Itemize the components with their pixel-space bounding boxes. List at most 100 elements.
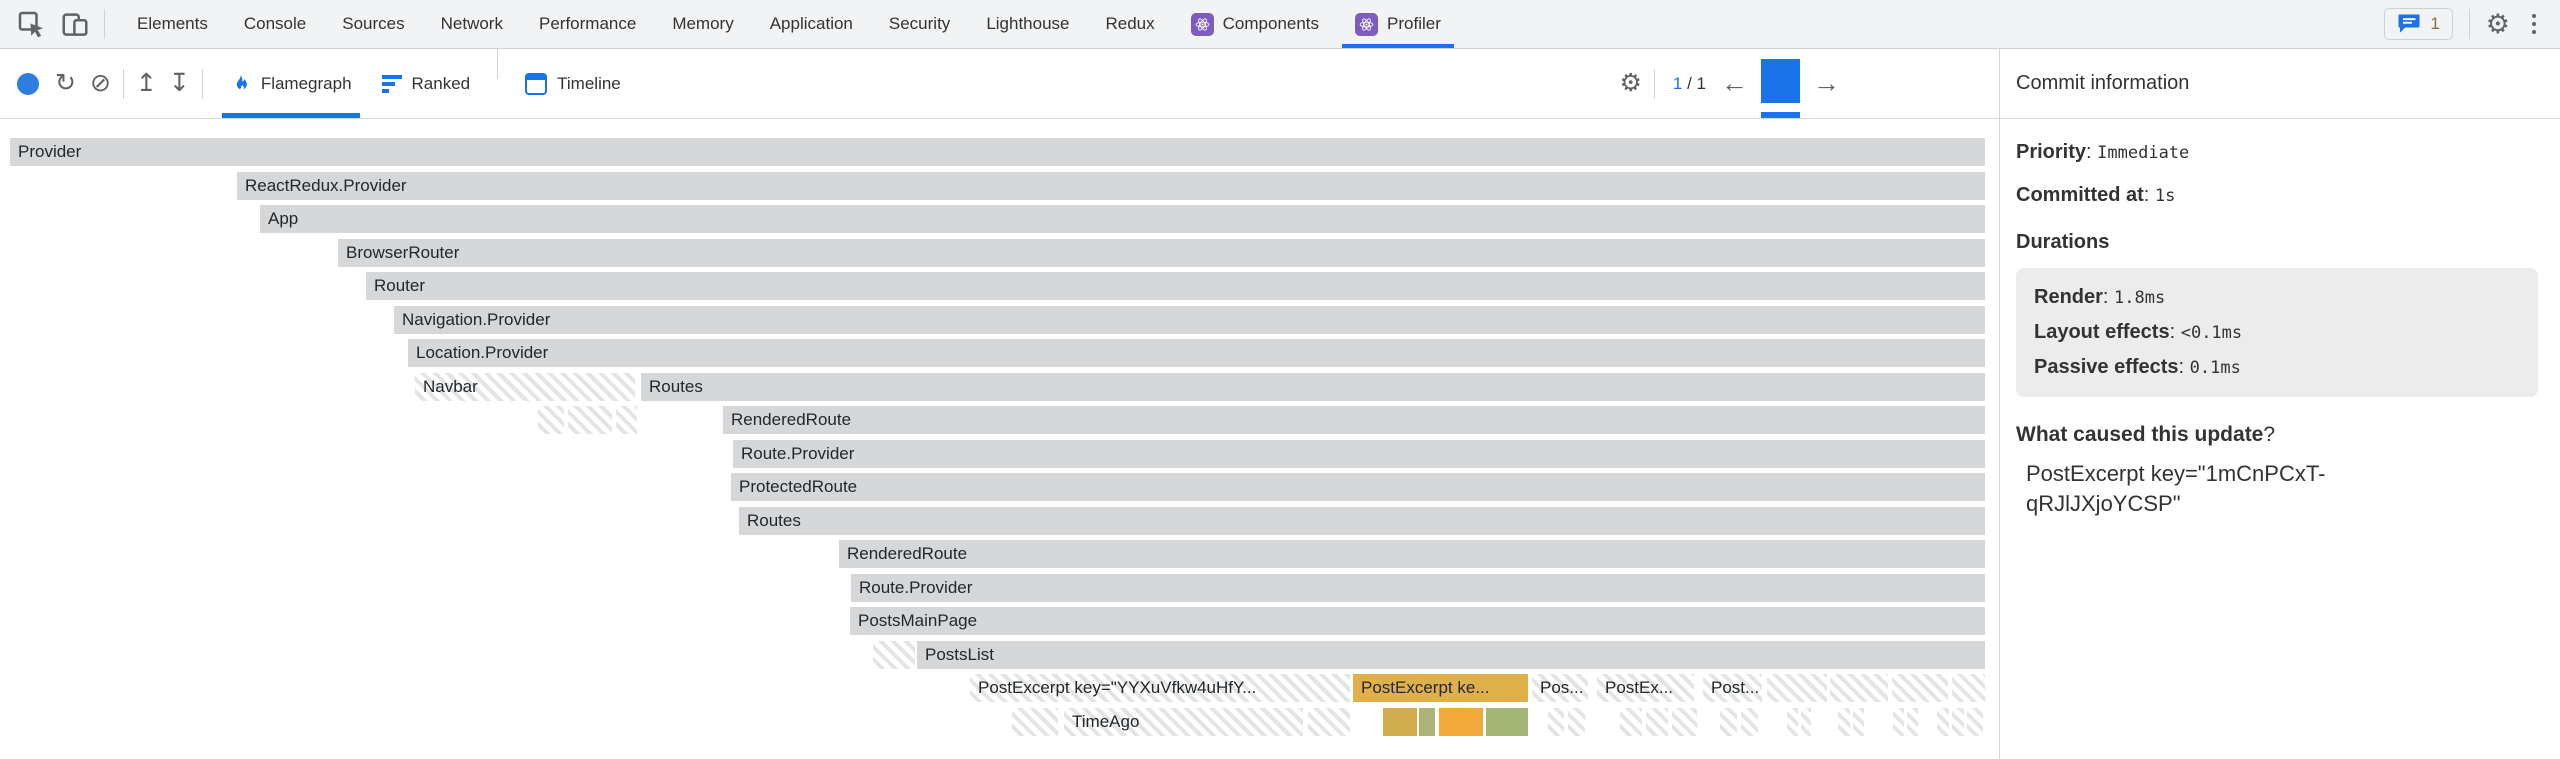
flame-bar[interactable] — [1672, 708, 1697, 736]
tab-sources[interactable]: Sources — [324, 0, 422, 48]
durations-title: Durations — [2016, 231, 2544, 254]
clear-profiling-icon[interactable]: ⊘ — [90, 71, 111, 96]
flame-bar[interactable]: PostsList — [917, 641, 1985, 669]
update-cause-item[interactable]: PostExcerpt key="1mCnPCxT-qRJlJXjoYCSP" — [2026, 459, 2426, 519]
flame-bar[interactable] — [1720, 708, 1737, 736]
flame-bar[interactable]: ProtectedRoute — [731, 473, 1985, 501]
flame-bar[interactable] — [873, 641, 915, 669]
flame-bar[interactable]: BrowserRouter — [338, 239, 1985, 267]
profiler-settings-gear-icon[interactable]: ⚙ — [1619, 71, 1641, 96]
view-tab-ranked[interactable]: Ranked — [367, 49, 486, 118]
flame-bar[interactable]: Route.Provider — [733, 440, 1985, 468]
flame-bar[interactable] — [1767, 674, 1827, 702]
flame-bar[interactable] — [1741, 708, 1758, 736]
tab-elements[interactable]: Elements — [119, 0, 226, 48]
flame-bar[interactable] — [1568, 708, 1585, 736]
view-tab-timeline[interactable]: Timeline — [510, 49, 636, 118]
tab-performance[interactable]: Performance — [521, 0, 654, 48]
flame-bar[interactable] — [1952, 708, 1964, 736]
flame-bar[interactable] — [1893, 708, 1904, 736]
record-button[interactable] — [17, 73, 39, 95]
flame-bar[interactable] — [1907, 708, 1918, 736]
flame-bar[interactable]: TimeAgo — [1064, 708, 1303, 736]
view-tab-flamegraph[interactable]: Flamegraph — [215, 49, 367, 118]
flame-bar[interactable] — [1012, 708, 1058, 736]
flame-bar[interactable]: Routes — [739, 507, 1985, 535]
flame-bar[interactable]: PostExcerpt key="YYXuVfkw4uHfY... — [970, 674, 1350, 702]
flame-bar[interactable]: Navbar — [415, 373, 635, 401]
issues-count: 1 — [2430, 14, 2439, 34]
flame-bar[interactable]: Location.Provider — [408, 339, 1985, 367]
flame-bar[interactable] — [1486, 708, 1528, 736]
flame-bar[interactable]: Navigation.Provider — [394, 306, 1985, 334]
tab-components[interactable]: Components — [1173, 0, 1337, 48]
flame-bar[interactable] — [568, 406, 612, 434]
settings-gear-icon[interactable]: ⚙ — [2486, 11, 2510, 38]
flame-bar[interactable] — [1967, 708, 1983, 736]
duration-value: 0.1ms — [2190, 358, 2241, 378]
commit-bar[interactable] — [1761, 49, 1800, 118]
flame-bar[interactable]: RenderedRoute — [839, 540, 1985, 568]
flame-bar[interactable]: Provider — [10, 138, 1985, 166]
flame-bar[interactable]: ReactRedux.Provider — [237, 172, 1985, 200]
flame-bar[interactable] — [1646, 708, 1668, 736]
flame-bar[interactable] — [1548, 708, 1564, 736]
tab-label: Console — [244, 14, 306, 34]
tab-label: Security — [889, 14, 950, 34]
flame-bar[interactable] — [1892, 674, 1948, 702]
duration-label: Passive effects — [2034, 356, 2179, 378]
inspect-element-icon[interactable] — [16, 9, 46, 39]
issues-button[interactable]: 1 — [2384, 8, 2452, 40]
flame-bar[interactable] — [1838, 708, 1850, 736]
flame-bar[interactable] — [538, 406, 564, 434]
toolbar-divider-2 — [202, 69, 203, 99]
flame-bar[interactable] — [1620, 708, 1642, 736]
devtools-tabs: Elements Console Sources Network Performance… — [119, 0, 1459, 48]
flame-bar[interactable] — [1787, 708, 1798, 736]
prev-commit-icon[interactable]: ← — [1712, 68, 1757, 99]
flame-bar[interactable] — [1439, 708, 1483, 736]
flame-bar[interactable] — [1801, 708, 1811, 736]
reload-and-profile-icon[interactable]: ↻ — [55, 71, 76, 96]
import-profile-icon[interactable]: ↥ — [136, 71, 157, 96]
export-profile-icon[interactable]: ↧ — [169, 71, 190, 96]
flame-bar[interactable] — [1419, 708, 1435, 736]
commit-bar-indicator — [1761, 112, 1800, 118]
flame-bar[interactable] — [1308, 708, 1350, 736]
flame-bar[interactable]: PostExcerpt ke... — [1353, 674, 1528, 702]
view-tab-label: Timeline — [557, 74, 621, 94]
tab-application[interactable]: Application — [752, 0, 871, 48]
flame-bar[interactable] — [1830, 674, 1888, 702]
flame-bar[interactable] — [616, 406, 637, 434]
flame-bar[interactable]: RenderedRoute — [723, 406, 1985, 434]
flame-bar[interactable]: Pos... — [1532, 674, 1588, 702]
flame-bar[interactable] — [1937, 708, 1949, 736]
flame-bar[interactable]: PostEx... — [1597, 674, 1694, 702]
flame-bar[interactable] — [1952, 674, 1985, 702]
tabbar-right: 1 ⚙ — [2384, 8, 2560, 40]
flame-bar[interactable]: Router — [366, 272, 1985, 300]
flame-bar[interactable]: PostsMainPage — [850, 607, 1985, 635]
tab-console[interactable]: Console — [226, 0, 324, 48]
tab-redux[interactable]: Redux — [1088, 0, 1173, 48]
flame-bar[interactable]: Route.Provider — [851, 574, 1985, 602]
flame-bar[interactable]: Routes — [641, 373, 1985, 401]
flame-bar[interactable]: Post... — [1703, 674, 1762, 702]
tab-memory[interactable]: Memory — [654, 0, 751, 48]
tab-network[interactable]: Network — [423, 0, 521, 48]
kebab-menu-icon[interactable] — [2526, 10, 2542, 38]
react-logo-icon — [1355, 13, 1378, 36]
device-toolbar-icon[interactable] — [60, 9, 90, 39]
flame-bar[interactable] — [1853, 708, 1864, 736]
tab-label: Elements — [137, 14, 208, 34]
flame-bar[interactable]: App — [260, 205, 1985, 233]
tab-security[interactable]: Security — [871, 0, 968, 48]
flame-icon — [230, 71, 251, 96]
tab-label: Network — [441, 14, 503, 34]
next-commit-icon[interactable]: → — [1804, 68, 1849, 99]
flame-bar[interactable] — [1383, 708, 1417, 736]
tab-lighthouse[interactable]: Lighthouse — [968, 0, 1087, 48]
tab-profiler[interactable]: Profiler — [1337, 0, 1459, 48]
timeline-calendar-icon — [525, 73, 547, 95]
committed-at-row: Committed at: 1s — [2016, 184, 2544, 207]
